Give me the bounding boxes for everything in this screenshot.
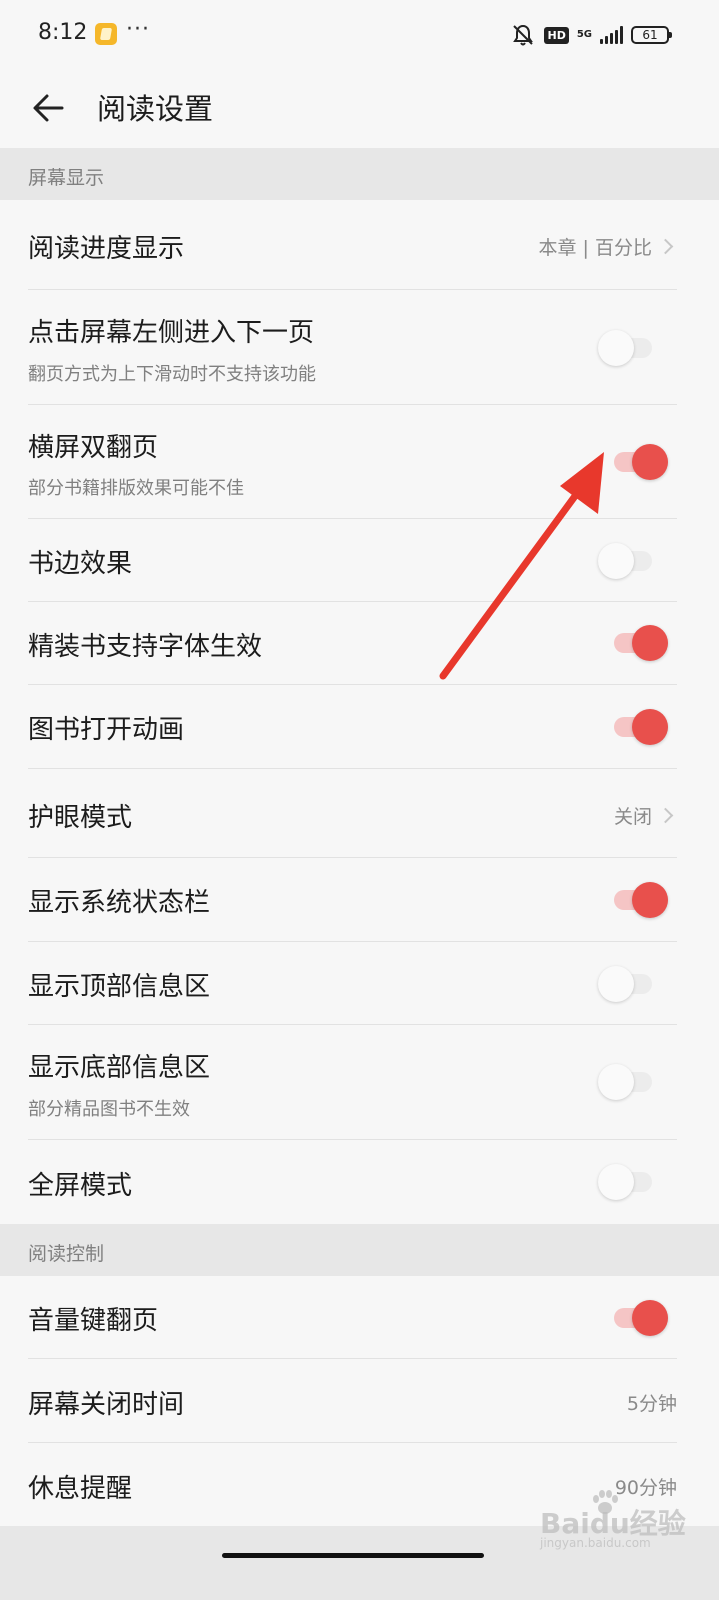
setting-value: 90分钟 xyxy=(615,1473,677,1500)
setting-label: 图书打开动画 xyxy=(28,715,185,745)
bell-muted-icon xyxy=(510,23,536,47)
network-type-label: 5G xyxy=(576,29,592,40)
setting-description: 部分书籍排版效果可能不佳 xyxy=(28,478,244,499)
setting-show-system-status-bar[interactable]: 显示系统状态栏 xyxy=(0,858,719,942)
setting-value: 5分钟 xyxy=(627,1389,677,1416)
section-title: 阅读控制 xyxy=(28,1243,105,1265)
section-header-reading-control: 阅读控制 xyxy=(0,1224,719,1276)
toggle-switch-on[interactable] xyxy=(608,709,668,745)
app-header: 阅读设置 xyxy=(0,70,719,148)
toggle-switch-off[interactable] xyxy=(598,1064,658,1100)
chevron-right-icon xyxy=(657,807,674,824)
setting-label: 横屏双翻页 xyxy=(28,433,159,463)
setting-hardcover-font[interactable]: 精装书支持字体生效 xyxy=(0,602,719,685)
toggle-switch-off[interactable] xyxy=(598,330,658,366)
setting-value-text: 本章 | 百分比 xyxy=(538,237,652,259)
setting-label: 显示顶部信息区 xyxy=(28,972,211,1002)
setting-value: 本章 | 百分比 xyxy=(539,233,677,260)
toggle-switch-off[interactable] xyxy=(598,1164,658,1200)
setting-label: 休息提醒 xyxy=(28,1474,133,1504)
setting-label: 显示系统状态栏 xyxy=(28,888,211,918)
setting-value-text: 关闭 xyxy=(613,806,652,828)
toggle-switch-on[interactable] xyxy=(608,1300,668,1336)
setting-eye-protection-mode[interactable]: 护眼模式 关闭 xyxy=(0,769,719,858)
setting-reading-progress-display[interactable]: 阅读进度显示 本章 | 百分比 xyxy=(0,200,719,290)
setting-book-edge-effect[interactable]: 书边效果 xyxy=(0,519,719,602)
setting-label: 精装书支持字体生效 xyxy=(28,632,263,662)
setting-landscape-double-page[interactable]: 横屏双翻页 部分书籍排版效果可能不佳 xyxy=(0,405,719,519)
toggle-switch-on[interactable] xyxy=(608,444,668,480)
setting-label: 阅读进度显示 xyxy=(28,234,185,264)
setting-show-bottom-info-area[interactable]: 显示底部信息区 部分精品图书不生效 xyxy=(0,1025,719,1140)
setting-label: 屏幕关闭时间 xyxy=(28,1390,185,1420)
setting-label: 音量键翻页 xyxy=(28,1306,159,1336)
chevron-right-icon xyxy=(657,238,674,255)
page-title: 阅读设置 xyxy=(97,92,214,126)
battery-level: 61 xyxy=(642,28,658,42)
setting-label: 护眼模式 xyxy=(28,803,133,833)
back-arrow-icon[interactable] xyxy=(30,88,70,128)
section-title: 屏幕显示 xyxy=(28,167,105,189)
setting-volume-key-page-turn[interactable]: 音量键翻页 xyxy=(0,1276,719,1359)
toggle-switch-on[interactable] xyxy=(608,882,668,918)
signal-strength-icon xyxy=(600,26,623,44)
notes-app-notification-icon xyxy=(95,23,117,45)
status-bar: 8:12 ··· HD 5G 61 xyxy=(0,0,719,70)
section-header-screen-display: 屏幕显示 xyxy=(0,148,719,200)
network-5g-icon: 5G xyxy=(577,30,592,40)
toggle-switch-on[interactable] xyxy=(608,625,668,661)
setting-book-open-animation[interactable]: 图书打开动画 xyxy=(0,685,719,769)
setting-label: 书边效果 xyxy=(28,549,133,579)
setting-fullscreen-mode[interactable]: 全屏模式 xyxy=(0,1140,719,1224)
setting-value-text: 5分钟 xyxy=(626,1393,677,1415)
more-notifications-icon: ··· xyxy=(126,17,150,42)
setting-label: 点击屏幕左侧进入下一页 xyxy=(28,318,315,348)
setting-show-top-info-area[interactable]: 显示顶部信息区 xyxy=(0,942,719,1025)
toggle-switch-off[interactable] xyxy=(598,543,658,579)
home-indicator[interactable] xyxy=(222,1553,484,1558)
toggle-switch-off[interactable] xyxy=(598,966,658,1002)
status-time: 8:12 xyxy=(38,20,88,45)
battery-icon: 61 xyxy=(631,26,672,44)
setting-description: 部分精品图书不生效 xyxy=(28,1099,190,1120)
setting-value-text: 90分钟 xyxy=(614,1477,677,1499)
hd-voice-icon: HD xyxy=(544,26,569,44)
setting-label: 全屏模式 xyxy=(28,1171,133,1201)
watermark-url: jingyan.baidu.com xyxy=(540,1536,651,1550)
setting-description: 翻页方式为上下滑动时不支持该功能 xyxy=(28,364,316,385)
setting-label: 显示底部信息区 xyxy=(28,1053,211,1083)
setting-value: 关闭 xyxy=(614,802,677,829)
setting-screen-off-time[interactable]: 屏幕关闭时间 5分钟 xyxy=(0,1359,719,1443)
setting-tap-left-next-page[interactable]: 点击屏幕左侧进入下一页 翻页方式为上下滑动时不支持该功能 xyxy=(0,290,719,405)
